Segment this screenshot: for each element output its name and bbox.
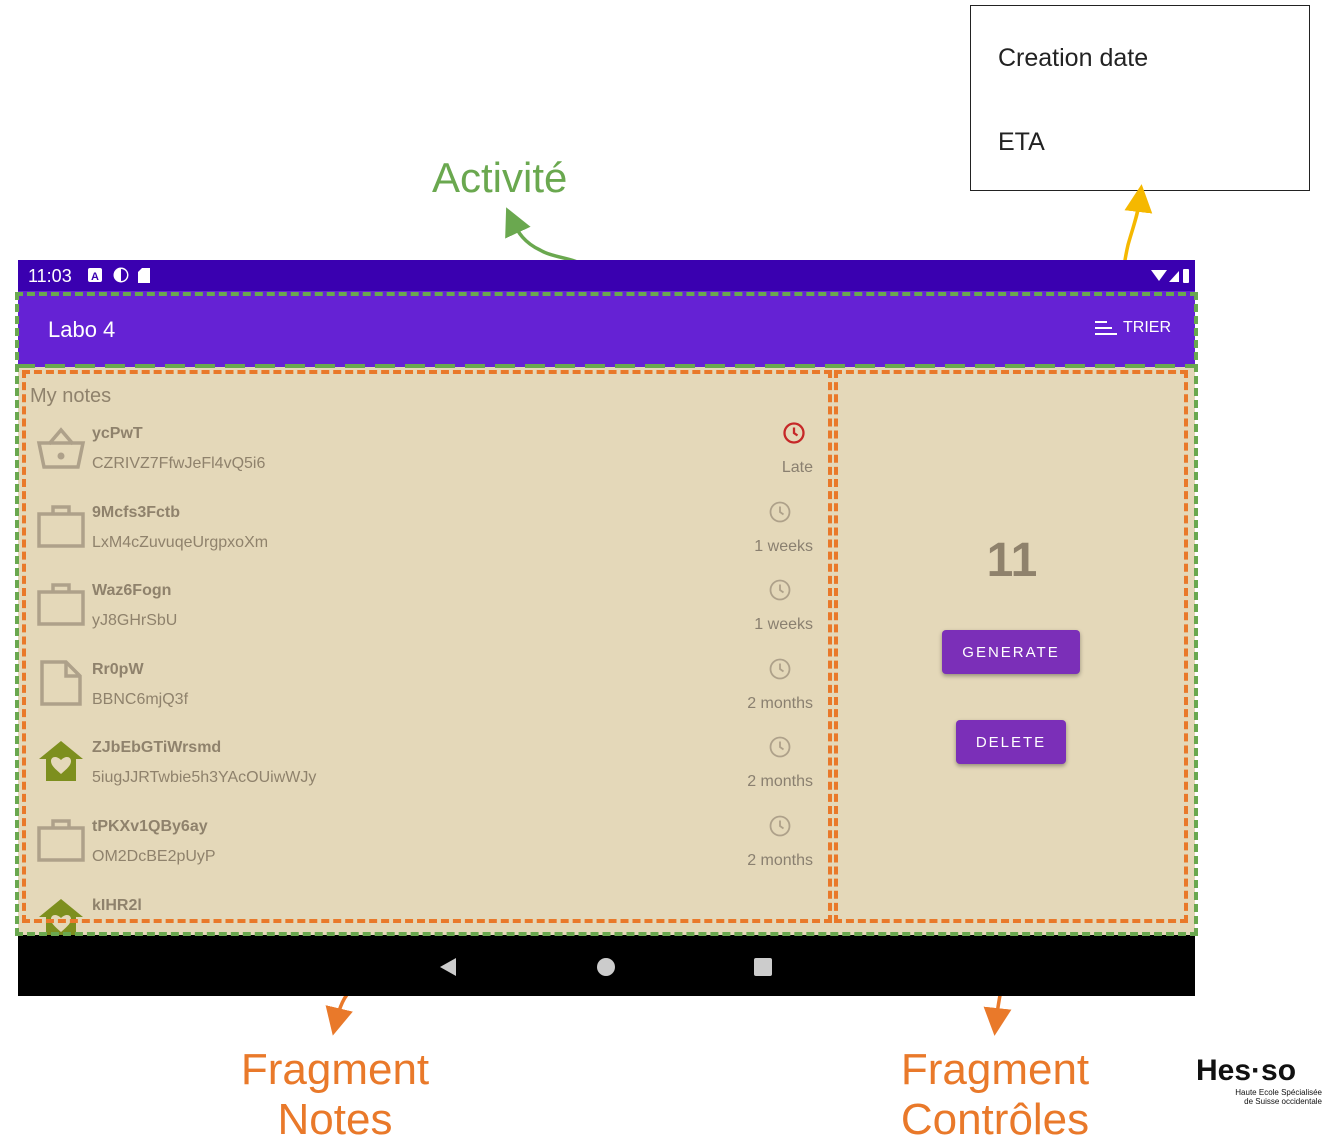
hes-so-logo: Hes·so Haute Ecole Spécialisée de Suisse… (1196, 1054, 1322, 1106)
home-icon[interactable] (596, 957, 616, 977)
controls-fragment-outline (834, 370, 1188, 923)
navigation-bar (18, 935, 1195, 996)
status-bar: 11:03 A (18, 260, 1195, 291)
notes-fragment-outline (22, 370, 832, 923)
back-icon[interactable] (438, 957, 458, 977)
status-time: 11:03 (28, 266, 72, 286)
activity-divider (15, 364, 1198, 368)
logo-line2: de Suisse occidentale (1244, 1097, 1322, 1106)
logo-brand: Hes·so (1196, 1054, 1297, 1087)
system-status-icons (1151, 269, 1189, 283)
logo-line1: Haute Ecole Spécialisée (1235, 1088, 1322, 1097)
svg-text:A: A (91, 271, 99, 283)
notification-icons: A (88, 267, 150, 283)
recents-icon[interactable] (753, 957, 773, 977)
